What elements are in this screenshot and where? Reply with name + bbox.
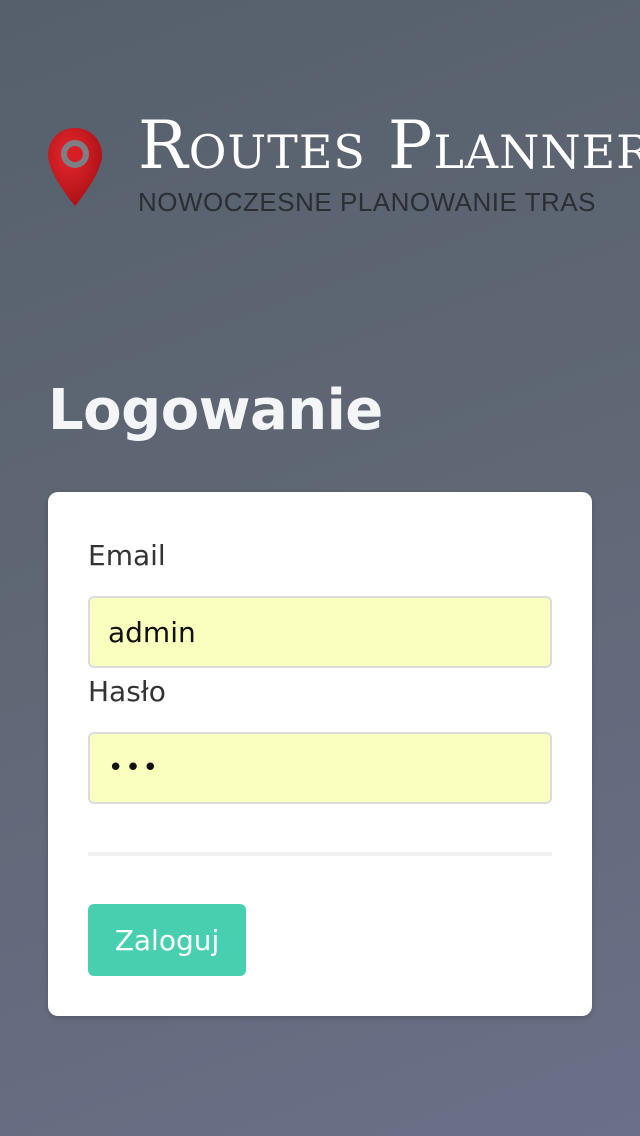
- map-pin-icon: [48, 128, 102, 206]
- page-title: Logowanie: [48, 378, 383, 443]
- form-divider: [88, 852, 552, 856]
- login-button[interactable]: Zaloguj: [88, 904, 246, 976]
- email-field[interactable]: [88, 596, 552, 668]
- login-form-card: Email Hasło Zaloguj: [48, 492, 592, 1016]
- password-label: Hasło: [88, 675, 166, 708]
- brand-header: Routes Planner NOWOCZESNE PLANOWANIE TRA…: [0, 0, 640, 260]
- brand-title: Routes Planner: [138, 107, 640, 184]
- brand-subtitle: NOWOCZESNE PLANOWANIE TRAS: [138, 187, 596, 217]
- email-label: Email: [88, 539, 166, 572]
- password-field[interactable]: [88, 732, 552, 804]
